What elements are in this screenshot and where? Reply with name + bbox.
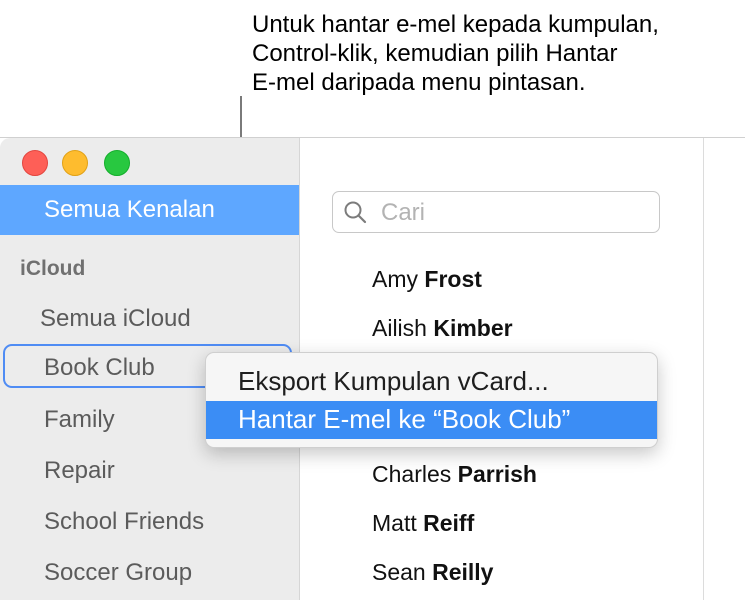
sidebar-section-header: iCloud [20, 257, 86, 280]
contact-last-name: Reilly [432, 559, 494, 585]
contact-last-name: Reiff [423, 510, 475, 536]
contact-row[interactable]: Charles Parrish [372, 461, 537, 488]
contact-first-name: Charles [372, 461, 452, 487]
contact-first-name: Sean [372, 559, 426, 585]
context-menu: Eksport Kumpulan vCard... Hantar E-mel k… [205, 352, 658, 448]
menu-item-send-email[interactable]: Hantar E-mel ke “Book Club” [206, 401, 657, 439]
menu-item-label: Eksport Kumpulan vCard... [238, 366, 549, 396]
contact-first-name: Ailish [372, 315, 427, 341]
sidebar-item-all-contacts[interactable]: Semua Kenalan [0, 185, 299, 235]
minimize-window-button[interactable] [62, 150, 88, 176]
contact-first-name: Amy [372, 266, 418, 292]
sidebar-item-school-friends[interactable]: School Friends [44, 508, 204, 536]
sidebar-item-all-icloud[interactable]: Semua iCloud [40, 305, 191, 333]
contact-row[interactable]: Amy Frost [372, 266, 482, 293]
callout-line-1: Untuk hantar e-mel kepada kumpulan, [252, 11, 659, 38]
menu-item-export-vcard[interactable]: Eksport Kumpulan vCard... [206, 363, 657, 401]
sidebar-item-repair[interactable]: Repair [44, 457, 115, 485]
sidebar-item-book-club[interactable]: Book Club [44, 354, 155, 382]
sidebar-item-family[interactable]: Family [44, 406, 115, 434]
contact-last-name: Parrish [457, 461, 537, 487]
sidebar-item-soccer-group[interactable]: Soccer Group [44, 559, 192, 587]
callout-line-3: E-mel daripada menu pintasan. [252, 69, 586, 96]
contact-row[interactable]: Sean Reilly [372, 559, 493, 586]
callout-text: Untuk hantar e-mel kepada kumpulan, Cont… [252, 10, 742, 97]
contact-last-name: Kimber [433, 315, 513, 341]
contact-row[interactable]: Ailish Kimber [372, 315, 513, 342]
zoom-window-button[interactable] [104, 150, 130, 176]
search-input[interactable] [379, 198, 653, 228]
sidebar-item-label: Semua Kenalan [44, 196, 215, 223]
pane-divider [703, 138, 704, 600]
close-window-button[interactable] [22, 150, 48, 176]
contact-row[interactable]: Matt Reiff [372, 510, 474, 537]
callout-line-2: Control-klik, kemudian pilih Hantar [252, 40, 618, 67]
contact-first-name: Matt [372, 510, 417, 536]
search-icon [344, 201, 367, 224]
menu-item-label: Hantar E-mel ke “Book Club” [238, 404, 571, 434]
contact-last-name: Frost [424, 266, 482, 292]
search-field[interactable] [332, 191, 660, 233]
